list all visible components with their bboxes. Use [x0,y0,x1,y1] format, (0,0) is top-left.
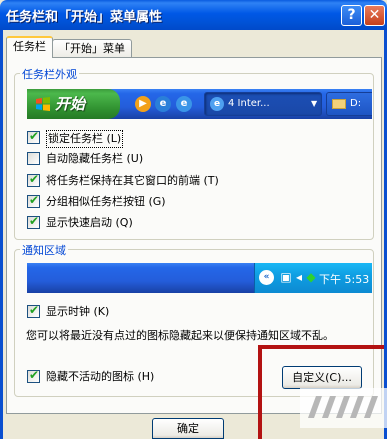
checkbox-box[interactable]: ✔ [27,368,40,383]
checkbox-label: 显示时钟 (K) [46,305,110,318]
chevron-down-icon: ▼ [311,99,318,108]
task-button-label: 4 Inter... [228,98,270,109]
task-button-ie: e 4 Inter... ▼ [204,92,322,116]
help-button[interactable]: ? [341,5,362,26]
notification-description: 您可以将最近没有点过的图标隐藏起来以便保持通知区域不乱。 [26,329,334,342]
checkbox-box[interactable]: ✔ [27,214,40,229]
check-icon: ✔ [29,193,40,207]
system-tray-preview: « ▣ ◂ ◆ 下午 5:53 [254,263,372,293]
shield-icon: ◆ [306,270,316,284]
ie-icon: e [155,96,171,112]
taskbar-appearance-legend: 任务栏外观 [20,66,79,82]
check-icon: ✔ [29,214,40,228]
tab-taskbar[interactable]: 任务栏 [6,36,53,58]
checkbox-label: 自动隐藏任务栏 (U) [46,152,144,165]
checkbox-box[interactable] [27,152,40,165]
checkbox-label: 锁定任务栏 (L) [46,130,124,148]
media-player-icon: ▶ [135,96,151,112]
checkbox-label: 显示快速启动 (Q) [46,216,133,229]
window-frame-left [0,30,3,439]
tab-start-menu[interactable]: 「开始」菜单 [52,39,132,58]
expand-chevron-icon: « [259,270,274,285]
tray-clock: 下午 5:53 [319,273,370,286]
start-button-label: 开始 [55,95,86,113]
notification-area-legend: 通知区域 [20,242,68,258]
checkbox-box[interactable]: ✔ [27,129,40,144]
title-bar: 任务栏和「开始」菜单属性 ? ✕ [0,0,387,30]
checkbox-box[interactable]: ✔ [27,193,40,208]
task-button-label: D: [350,98,362,109]
checkbox-label: 分组相似任务栏按钮 (G) [46,195,166,208]
network-icon: ▣ [280,270,292,284]
ie-icon: e [210,97,224,111]
check-icon: ✔ [29,303,40,317]
ok-button[interactable]: 确定 [152,418,224,439]
checkbox-label: 将任务栏保持在其它窗口的前端 (T) [46,174,219,187]
checkbox-label: 隐藏不活动的图标 (H) [46,370,155,383]
tab-label: 任务栏 [13,40,46,53]
window-title: 任务栏和「开始」菜单属性 [6,10,163,25]
windows-logo-icon [36,97,50,111]
folder-icon [332,99,346,109]
taskbar-preview: 开始 ▶ e e e 4 Inter... ▼ D: [27,89,372,119]
notification-area-preview: « ▣ ◂ ◆ 下午 5:53 [27,263,372,293]
close-icon: ✕ [368,7,381,23]
watermark [300,388,387,428]
start-button-preview: 开始 [27,89,120,119]
tab-label: 「开始」菜单 [59,42,125,55]
checkbox-box[interactable]: ✔ [27,303,40,318]
checkbox-box[interactable]: ✔ [27,172,40,187]
ie-alt-icon: e [176,96,192,112]
task-button-folder: D: [326,92,372,116]
close-button[interactable]: ✕ [364,5,385,26]
check-icon: ✔ [29,129,40,143]
help-icon: ? [347,7,356,23]
check-icon: ✔ [29,172,40,186]
check-icon: ✔ [29,368,40,382]
